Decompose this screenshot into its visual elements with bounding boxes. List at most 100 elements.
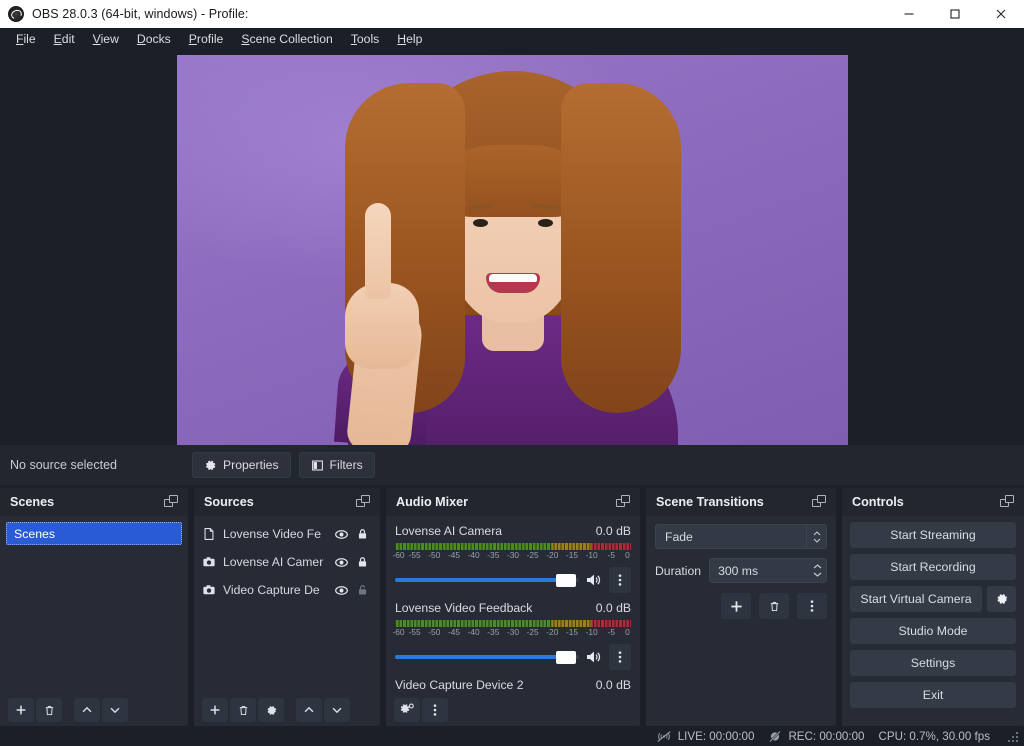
add-source-button[interactable]: [202, 698, 228, 722]
menu-docks[interactable]: Docks: [128, 30, 180, 48]
sources-toolbar: [194, 694, 380, 726]
menu-kebab-icon: [618, 573, 622, 587]
speaker-icon[interactable]: [585, 572, 603, 588]
audio-mixer-toolbar: [386, 694, 640, 726]
camera-icon: [202, 555, 216, 569]
channel-menu-button[interactable]: [609, 567, 631, 593]
eye-icon[interactable]: [334, 583, 349, 598]
add-transition-button[interactable]: [721, 593, 751, 619]
db-tick-label: -45: [448, 550, 460, 560]
eye-icon[interactable]: [334, 555, 349, 570]
channel-menu-button[interactable]: [609, 644, 631, 670]
advanced-audio-properties-icon: [400, 703, 415, 717]
preview-area[interactable]: [0, 50, 1024, 445]
speaker-icon[interactable]: [585, 649, 603, 665]
source-row[interactable]: Lovense Video Fe: [194, 520, 380, 548]
float-dock-icon[interactable]: [356, 495, 372, 509]
filters-button[interactable]: Filters: [299, 452, 375, 478]
audio-mixer-menu-button[interactable]: [422, 698, 448, 722]
remove-scene-button[interactable]: [36, 698, 62, 722]
advanced-audio-properties-button[interactable]: [394, 698, 420, 722]
menu-scene-collection[interactable]: Scene Collection: [232, 30, 341, 48]
controls-dock: Controls Start Streaming Start Recording…: [842, 488, 1024, 726]
remove-transition-button[interactable]: [759, 593, 789, 619]
lock-open-icon[interactable]: [356, 583, 369, 597]
record-off-icon: [768, 730, 782, 743]
db-tick-label: -20: [546, 550, 558, 560]
audio-channel: Lovense Video Feedback 0.0 dB -60-55-50-…: [386, 593, 640, 670]
db-tick-label: -40: [468, 627, 480, 637]
minimize-button[interactable]: [886, 0, 932, 28]
rec-status: REC: 00:00:00: [788, 730, 864, 743]
source-row[interactable]: Lovense AI Camer: [194, 548, 380, 576]
scenes-dock-header: Scenes: [0, 488, 188, 516]
remove-source-button[interactable]: [230, 698, 256, 722]
menu-tools[interactable]: Tools: [342, 30, 388, 48]
volume-slider[interactable]: [395, 649, 579, 665]
lock-closed-icon[interactable]: [356, 527, 369, 541]
menu-file[interactable]: FFileile: [7, 30, 45, 48]
transition-select[interactable]: Fade: [655, 524, 827, 549]
chevron-up-icon: [302, 703, 316, 717]
menu-profile[interactable]: Profile: [180, 30, 233, 48]
db-tick-label: -60: [392, 550, 404, 560]
sources-dock: Sources Lovense Video Fe Lovense AI Came…: [194, 488, 380, 726]
volume-slider[interactable]: [395, 572, 579, 588]
start-streaming-button[interactable]: Start Streaming: [850, 522, 1016, 548]
start-virtual-camera-label: Start Virtual Camera: [860, 592, 971, 606]
settings-button[interactable]: Settings: [850, 650, 1016, 676]
float-dock-icon[interactable]: [812, 495, 828, 509]
source-properties-button[interactable]: [258, 698, 284, 722]
audio-channel: Video Capture Device 2 0.0 dB -60-55-50-…: [386, 670, 640, 694]
scenes-list[interactable]: Scenes: [0, 516, 188, 694]
source-row[interactable]: Video Capture De: [194, 576, 380, 604]
controls-header: Controls: [842, 488, 1024, 516]
move-source-up-button[interactable]: [296, 698, 322, 722]
chevron-updown-icon[interactable]: [806, 525, 826, 548]
exit-label: Exit: [923, 688, 944, 702]
channel-name: Video Capture Device 2: [395, 678, 596, 692]
db-tick-label: -15: [566, 627, 578, 637]
db-tick-label: -55: [409, 550, 421, 560]
eye-icon[interactable]: [334, 527, 349, 542]
move-source-down-button[interactable]: [324, 698, 350, 722]
db-tick-label: -10: [586, 550, 598, 560]
scenes-toolbar: [0, 694, 188, 726]
studio-mode-button[interactable]: Studio Mode: [850, 618, 1016, 644]
spinner-arrows-icon[interactable]: [808, 559, 826, 582]
scene-transitions-dock: Scene Transitions Fade Duration 300 ms: [646, 488, 836, 726]
exit-button[interactable]: Exit: [850, 682, 1016, 708]
camera-icon: [202, 583, 216, 597]
move-scene-up-button[interactable]: [74, 698, 100, 722]
volume-meter: [395, 543, 631, 550]
transition-menu-button[interactable]: [797, 593, 827, 619]
menu-help[interactable]: Help: [388, 30, 431, 48]
menu-kebab-icon: [810, 599, 814, 613]
db-scale: -60-55-50-45-40-35-30-25-20-15-10-50: [395, 550, 631, 562]
add-scene-button[interactable]: [8, 698, 34, 722]
start-virtual-camera-button[interactable]: Start Virtual Camera: [850, 586, 982, 612]
duration-input[interactable]: 300 ms: [709, 558, 827, 583]
move-scene-down-button[interactable]: [102, 698, 128, 722]
start-recording-button[interactable]: Start Recording: [850, 554, 1016, 580]
properties-button[interactable]: Properties: [192, 452, 291, 478]
virtual-camera-settings-button[interactable]: [987, 586, 1016, 612]
scene-list-item[interactable]: Scenes: [6, 522, 182, 545]
studio-mode-label: Studio Mode: [898, 624, 967, 638]
float-dock-icon[interactable]: [164, 495, 180, 509]
resize-grip[interactable]: [1006, 730, 1018, 742]
close-button[interactable]: [978, 0, 1024, 28]
menu-view[interactable]: View: [84, 30, 128, 48]
scene-transitions-body: Fade Duration 300 ms: [646, 516, 836, 726]
lock-closed-icon[interactable]: [356, 555, 369, 569]
duration-label: Duration: [655, 564, 701, 578]
menu-edit[interactable]: Edit: [45, 30, 84, 48]
float-dock-icon[interactable]: [616, 495, 632, 509]
float-dock-icon[interactable]: [1000, 495, 1016, 509]
trash-icon: [237, 704, 250, 717]
preview-canvas[interactable]: [177, 55, 848, 445]
start-streaming-label: Start Streaming: [890, 528, 975, 542]
sources-list[interactable]: Lovense Video Fe Lovense AI Camer Video …: [194, 516, 380, 694]
maximize-button[interactable]: [932, 0, 978, 28]
window-title: OBS 28.0.3 (64-bit, windows) - Profile:: [32, 7, 249, 21]
